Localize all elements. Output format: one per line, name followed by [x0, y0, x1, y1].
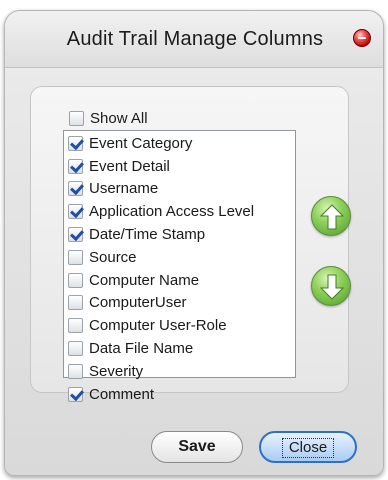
column-checkbox[interactable]	[68, 363, 83, 379]
show-all-option[interactable]: Show All	[69, 108, 148, 128]
column-label: Username	[89, 180, 159, 198]
column-checkbox[interactable]	[68, 386, 83, 402]
close-button-label: Close	[281, 438, 335, 458]
title-bar: Audit Trail Manage Columns	[5, 11, 383, 68]
column-label: Event Category	[89, 134, 193, 152]
column-checkbox[interactable]	[68, 227, 83, 243]
column-checkbox[interactable]	[68, 158, 83, 174]
column-row-computeruser[interactable]: ComputerUser	[64, 292, 295, 315]
move-up-button[interactable]	[311, 196, 351, 236]
column-label: ComputerUser	[89, 294, 187, 312]
column-label: Application Access Level	[89, 203, 255, 221]
column-row-event-detail[interactable]: Event Detail	[64, 155, 295, 178]
column-list[interactable]: Event Category Event Detail Username App…	[63, 130, 296, 403]
column-label: Severity	[89, 362, 144, 380]
column-row-computer-name[interactable]: Computer Name	[64, 269, 295, 292]
column-label: Date/Time Stamp	[89, 226, 206, 244]
show-all-label: Show All	[90, 109, 148, 127]
column-row-comment[interactable]: Comment	[64, 383, 295, 406]
column-checkbox[interactable]	[68, 204, 83, 220]
column-checkbox[interactable]	[68, 272, 83, 288]
column-row-computer-user-role[interactable]: Computer User-Role	[64, 314, 295, 337]
column-label: Computer Name	[89, 271, 200, 289]
column-row-event-category[interactable]: Event Category	[64, 132, 295, 155]
column-row-severity[interactable]: Severity	[64, 360, 295, 383]
arrow-down-icon	[320, 274, 344, 300]
manage-columns-dialog: Audit Trail Manage Columns Show All Even…	[4, 10, 384, 476]
column-checkbox[interactable]	[68, 295, 83, 311]
column-checkbox[interactable]	[68, 135, 83, 151]
column-checkbox[interactable]	[68, 181, 83, 197]
column-checkbox[interactable]	[68, 249, 83, 265]
column-row-username[interactable]: Username	[64, 178, 295, 201]
arrow-up-icon	[320, 204, 344, 230]
columns-panel: Show All Event Category Event Detail Use…	[30, 86, 351, 403]
column-row-source[interactable]: Source	[64, 246, 295, 269]
save-button[interactable]: Save	[151, 431, 243, 463]
column-row-application-access-level[interactable]: Application Access Level	[64, 200, 295, 223]
column-label: Computer User-Role	[89, 317, 227, 335]
column-label: Comment	[89, 385, 155, 403]
close-icon[interactable]	[353, 29, 371, 47]
dialog-title: Audit Trail Manage Columns	[66, 28, 324, 50]
column-label: Data File Name	[89, 340, 194, 358]
column-row-date-time-stamp[interactable]: Date/Time Stamp	[64, 223, 295, 246]
column-row-data-file-name[interactable]: Data File Name	[64, 337, 295, 360]
column-checkbox[interactable]	[68, 341, 83, 357]
close-button[interactable]: Close	[259, 431, 357, 463]
column-label: Source	[89, 248, 137, 266]
column-label: Event Detail	[89, 157, 170, 175]
column-checkbox[interactable]	[68, 318, 83, 334]
move-down-button[interactable]	[311, 266, 351, 306]
show-all-checkbox[interactable]	[69, 110, 84, 126]
